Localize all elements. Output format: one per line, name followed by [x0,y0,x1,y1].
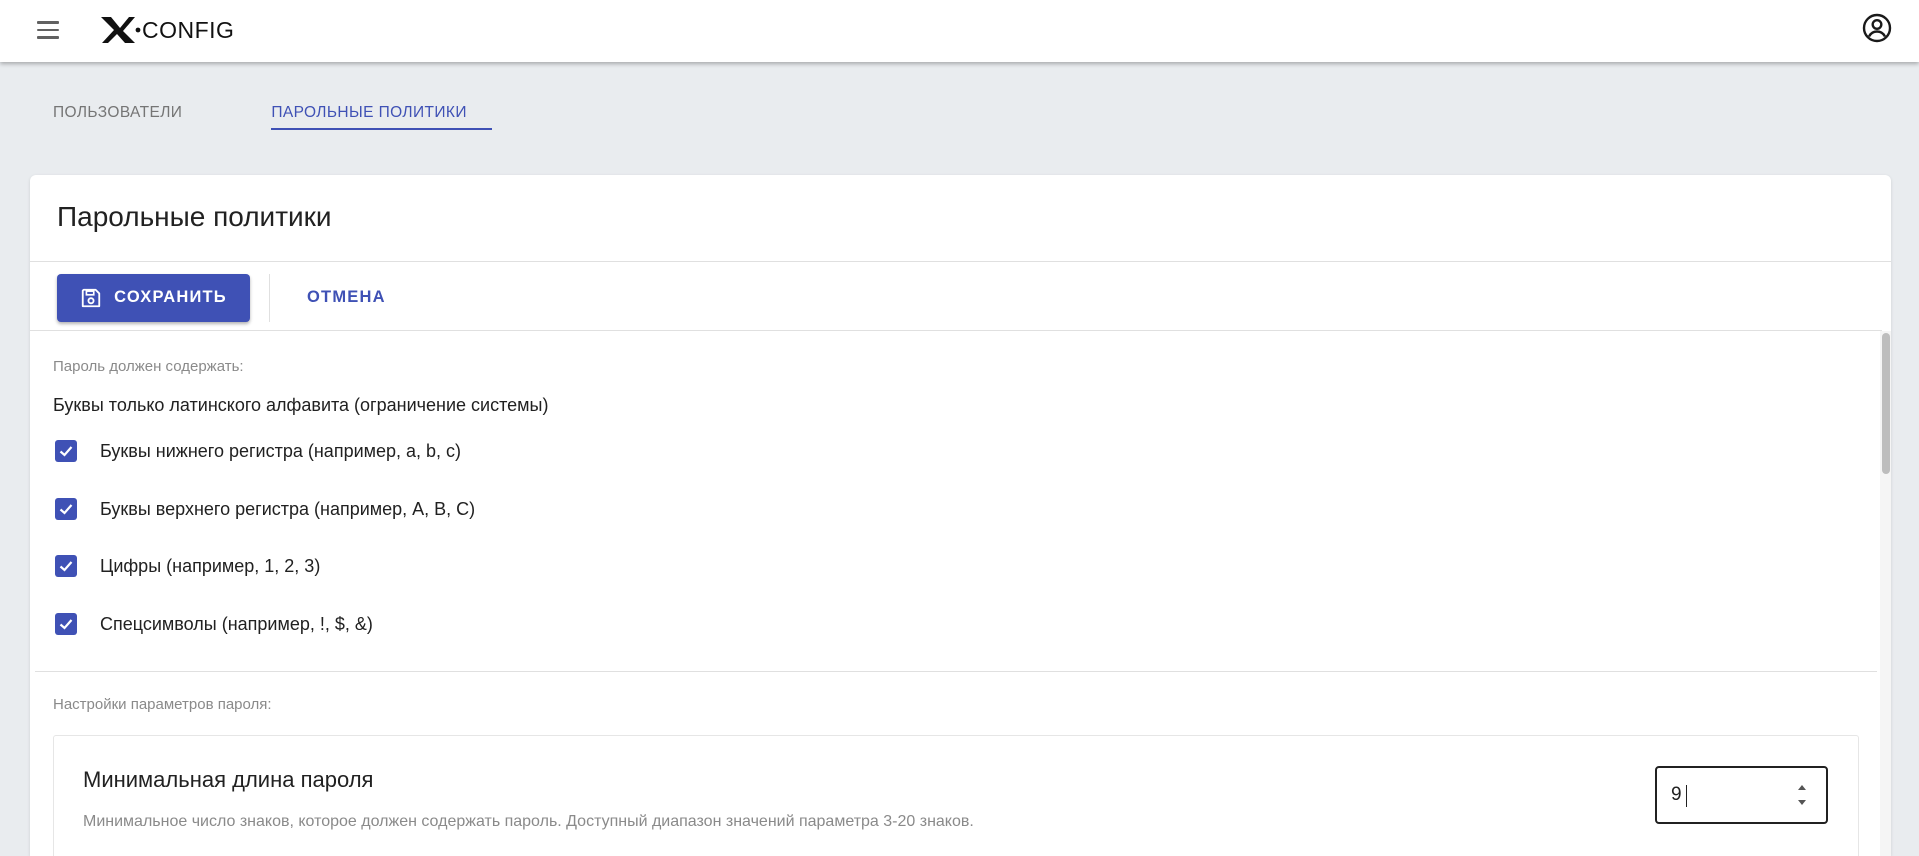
logo-text: CONFIG [142,16,235,43]
check-icon [59,619,73,630]
min-length-input-wrapper[interactable] [1655,766,1828,824]
save-icon [81,288,101,307]
check-icon [59,561,73,572]
toolbar: СОХРАНИТЬ ОТМЕНА [57,273,406,322]
params-label: Настройки параметров пароля: [53,696,272,713]
check-icon [59,446,73,457]
toolbar-separator [269,273,270,322]
min-length-description: Минимальное число знаков, которое должен… [83,813,974,830]
divider [35,671,1877,672]
number-spinner[interactable] [1794,778,1810,812]
tab-bar: ПОЛЬЗОВАТЕЛИ ПАРОЛЬНЫЕ ПОЛИТИКИ [28,92,531,140]
checkbox-lowercase[interactable]: Буквы нижнего регистра (например, a, b, … [52,437,461,465]
cancel-button[interactable]: ОТМЕНА [287,274,406,322]
menu-icon[interactable] [30,15,66,45]
save-button-label: СОХРАНИТЬ [114,288,227,306]
page-title: Парольные политики [57,201,332,232]
check-icon [59,504,73,515]
scrollbar-thumb[interactable] [1882,333,1890,474]
checkbox-special-chars[interactable]: Спецсимволы (например, !, $, &) [52,610,373,638]
checkbox-digits[interactable]: Цифры (например, 1, 2, 3) [52,552,320,580]
checkbox-label: Спецсимволы (например, !, $, &) [100,613,373,634]
min-length-input[interactable] [1671,781,1791,809]
checkbox-checked[interactable] [55,613,77,635]
min-length-title: Минимальная длина пароля [83,767,374,792]
divider [30,330,1882,331]
must-contain-label: Пароль должен содержать: [53,358,244,375]
app-bar: CONFIG [0,0,1919,62]
checkbox-checked[interactable] [55,498,77,520]
account-circle-icon[interactable] [1862,13,1892,43]
latin-only-note: Буквы только латинского алфавита (ограни… [53,395,549,415]
password-policies-card: Парольные политики СОХРАНИТЬ ОТМЕНА Паро… [30,175,1891,856]
checkbox-label: Буквы верхнего регистра (например, A, B,… [100,498,476,519]
tab-password-policies[interactable]: ПАРОЛЬНЫЕ ПОЛИТИКИ [246,92,492,140]
checkbox-checked[interactable] [55,555,77,577]
tab-users[interactable]: ПОЛЬЗОВАТЕЛИ [28,92,207,140]
divider [30,261,1891,262]
text-caret [1686,785,1687,807]
checkbox-checked[interactable] [55,440,77,462]
save-button[interactable]: СОХРАНИТЬ [57,273,250,322]
checkbox-label: Буквы нижнего регистра (например, a, b, … [100,440,462,461]
app-logo[interactable]: CONFIG [99,13,234,47]
checkbox-label: Цифры (например, 1, 2, 3) [100,555,321,576]
min-length-setting: Минимальная длина пароля Минимальное чис… [53,735,1859,856]
x-logo-icon [101,17,141,43]
checkbox-uppercase[interactable]: Буквы верхнего регистра (например, A, B,… [52,495,475,523]
